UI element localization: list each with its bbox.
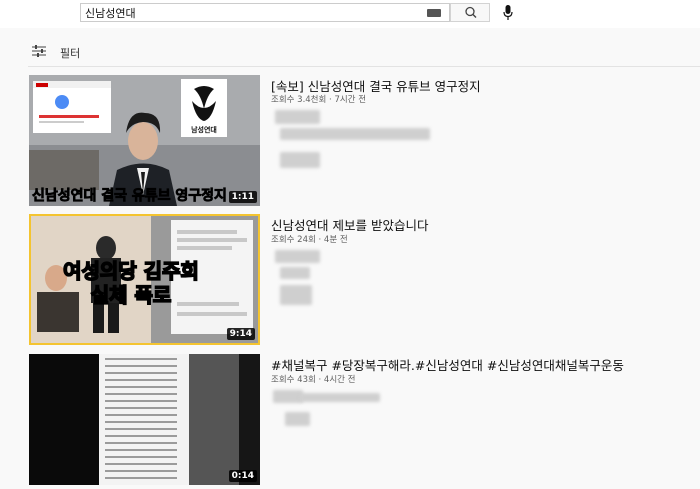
upload-age: 4분 전 [323, 235, 348, 245]
upload-age: 7시간 전 [334, 95, 367, 105]
blurred-description [280, 128, 430, 140]
blurred-channel [275, 250, 320, 263]
search-icon [465, 6, 477, 18]
keyboard-icon[interactable] [427, 9, 441, 17]
search-box [80, 3, 450, 22]
blurred-description [300, 393, 380, 402]
filter-label: 필터 [60, 47, 81, 60]
blurred-description [280, 152, 320, 168]
divider [28, 66, 700, 67]
filter-sliders-icon [32, 45, 46, 57]
search-input[interactable] [85, 5, 415, 20]
video-title[interactable]: 신남성연대 제보를 받았습니다 [271, 215, 428, 234]
video-meta: 조회수 24회 · 4분 전 [271, 235, 348, 245]
video-thumbnail[interactable]: 0:14 [29, 354, 260, 485]
video-duration: 9:14 [226, 328, 255, 340]
video-title[interactable]: #채널복구 #당장복구해라.#신남성연대 #신남성연대채널복구운동 [271, 355, 624, 374]
mic-icon[interactable] [503, 5, 513, 21]
blurred-channel [273, 390, 303, 403]
view-count: 조회수 43회 [271, 375, 316, 385]
thumbnail-image-1: 남성연대 신남성연대 결국 유튜브 영구정지 [29, 75, 260, 206]
thumbnail-caption-line1: 여성의당 김주희 [63, 259, 199, 283]
thumbnail-caption-line2: 실체 폭로 [91, 283, 172, 307]
thumbnail-image-2: 여성의당 김주희 실체 폭로 [31, 216, 258, 343]
thumbnail-logo-text: 남성연대 [191, 125, 217, 134]
video-meta: 조회수 43회 · 4시간 전 [271, 375, 356, 385]
blurred-description [285, 412, 310, 426]
video-duration: 0:14 [228, 470, 257, 482]
blurred-channel [275, 110, 320, 124]
search-button[interactable] [450, 3, 490, 22]
thumbnail-image-3 [29, 354, 260, 485]
blurred-description [280, 285, 312, 305]
video-thumbnail[interactable]: 여성의당 김주희 실체 폭로 9:14 [29, 214, 260, 345]
video-duration: 1:11 [228, 191, 257, 203]
top-bar [0, 0, 700, 28]
thumbnail-caption: 신남성연대 결국 유튜브 영구정지 [32, 187, 227, 204]
video-meta: 조회수 3.4천회 · 7시간 전 [271, 95, 367, 105]
view-count: 조회수 24회 [271, 235, 316, 245]
video-thumbnail[interactable]: 남성연대 신남성연대 결국 유튜브 영구정지 1:11 [29, 75, 260, 206]
blurred-description [280, 267, 310, 279]
view-count: 조회수 3.4천회 [271, 95, 327, 105]
upload-age: 4시간 전 [323, 375, 356, 385]
